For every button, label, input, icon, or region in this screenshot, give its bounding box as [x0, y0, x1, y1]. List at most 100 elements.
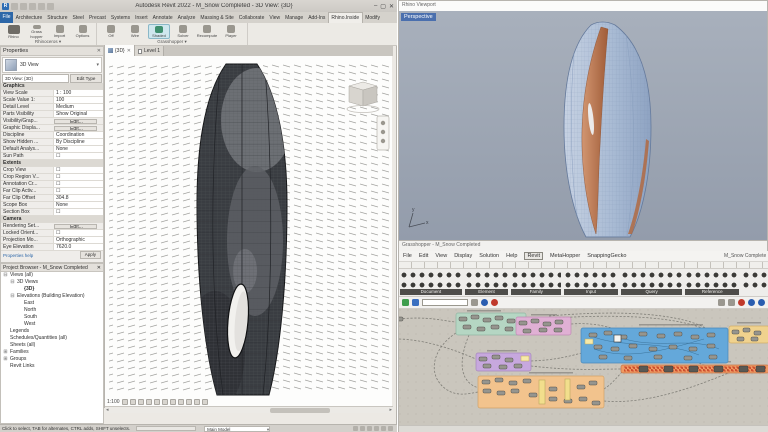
property-row[interactable]: Annotation Cr... ☐: [1, 181, 103, 188]
component-icons[interactable]: [685, 270, 740, 291]
property-row[interactable]: Parts Visibility Show Original: [1, 111, 103, 118]
close-icon[interactable]: ✕: [97, 265, 101, 271]
find-input[interactable]: [422, 299, 468, 306]
pinned-select-icon[interactable]: [374, 426, 379, 431]
scroll-left-icon[interactable]: ◂: [106, 407, 109, 414]
face-select-icon[interactable]: [381, 426, 386, 431]
menu-help[interactable]: Help: [506, 253, 517, 259]
browser-item-3d[interactable]: {3D}: [1, 286, 103, 293]
markup-pen-icon[interactable]: [491, 299, 498, 306]
selected-node[interactable]: [613, 334, 622, 343]
apply-button[interactable]: Apply: [79, 251, 101, 259]
preview-shaded-button[interactable]: Shaded: [148, 24, 170, 39]
document-selector[interactable]: M_Snow Completed: [724, 253, 766, 259]
shadows-icon[interactable]: [145, 398, 152, 405]
crop-region-icon[interactable]: [161, 398, 168, 405]
save-file-icon[interactable]: [412, 299, 419, 306]
tab-insert[interactable]: Insert: [133, 13, 151, 23]
workset-dropdown[interactable]: Main Model ▾: [204, 425, 271, 432]
menu-snappinggecko[interactable]: SnappingGecko: [587, 253, 626, 259]
property-row[interactable]: Sun Path ☐: [1, 153, 103, 160]
type-selector[interactable]: 3D View ▾: [2, 57, 102, 73]
browser-item-views[interactable]: ⊟ Views (all): [1, 272, 103, 279]
underlay-select-icon[interactable]: [367, 426, 372, 431]
component-category-tabs[interactable]: [399, 262, 768, 269]
redo-icon[interactable]: [38, 2, 45, 10]
zoom-defaults-icon[interactable]: [471, 299, 478, 306]
gh-group-purple[interactable]: [475, 352, 532, 372]
design-option-field[interactable]: [136, 426, 197, 431]
reveal-hidden-icon[interactable]: [177, 398, 184, 405]
preview-settings-icon[interactable]: [718, 299, 725, 306]
edit-type-button[interactable]: Edit Type: [70, 74, 102, 83]
browser-item-north[interactable]: North: [1, 307, 103, 314]
property-row[interactable]: Far Clip Offset 304.8: [1, 195, 103, 202]
property-row[interactable]: Scope Box None: [1, 202, 103, 209]
import-button[interactable]: Import: [49, 24, 70, 39]
browser-item-groups[interactable]: ⊞ Groups: [1, 356, 103, 363]
component-icons[interactable]: [511, 270, 562, 291]
browser-item-3d-views[interactable]: ⊟ 3D Views: [1, 279, 103, 286]
gh-group-pink[interactable]: [515, 316, 572, 336]
property-row[interactable]: Detail Level Medium: [1, 104, 103, 111]
property-row[interactable]: Default Analys... None: [1, 146, 103, 153]
print-icon[interactable]: [47, 2, 54, 10]
property-row[interactable]: Far Clip Activ... ☐: [1, 188, 103, 195]
maximize-button[interactable]: ▢: [380, 3, 386, 10]
quick-access-toolbar[interactable]: R: [2, 2, 54, 10]
tab-architecture[interactable]: Architecture: [13, 13, 45, 23]
solver-button[interactable]: Solver: [172, 24, 194, 39]
undo-icon[interactable]: [29, 2, 36, 10]
component-icons[interactable]: [742, 270, 768, 291]
preview-off-button[interactable]: Off: [100, 24, 122, 39]
menu-edit[interactable]: Edit: [419, 253, 428, 259]
property-row[interactable]: Eye Elevation 7620.0: [1, 244, 103, 251]
browser-item-elevations[interactable]: ⊟ Elevations (Building Elevation): [1, 293, 103, 300]
gh-group-blue[interactable]: [580, 327, 729, 364]
property-row[interactable]: Rendering Set... Edit...: [1, 223, 103, 230]
save-icon[interactable]: [20, 2, 27, 10]
rhino-viewport[interactable]: x y: [399, 11, 767, 240]
pin-icon[interactable]: ✕: [97, 48, 101, 54]
open-icon[interactable]: [11, 2, 18, 10]
temporary-hide-icon[interactable]: [169, 398, 176, 405]
close-icon[interactable]: ✕: [127, 48, 131, 54]
drag-select-icon[interactable]: [388, 426, 393, 431]
tab-systems[interactable]: Systems: [108, 13, 132, 23]
bake-icon[interactable]: [758, 299, 765, 306]
grasshopper-button[interactable]: Grass hopper: [26, 24, 47, 39]
view-scale[interactable]: 1:100: [107, 399, 120, 405]
component-icons[interactable]: [564, 270, 618, 291]
menu-display[interactable]: Display: [454, 253, 472, 259]
menu-file[interactable]: File: [403, 253, 412, 259]
detail-level-icon[interactable]: [121, 398, 128, 405]
sketch-tool-icon[interactable]: [481, 299, 488, 306]
viewport-title[interactable]: Perspective: [401, 13, 436, 21]
menu-metahopper[interactable]: MetaHopper: [550, 253, 580, 259]
wireframe-preview-icon[interactable]: [728, 299, 735, 306]
revit-3d-view[interactable]: [105, 56, 393, 397]
scrollbar-thumb[interactable]: [270, 408, 330, 413]
open-file-icon[interactable]: [402, 299, 409, 306]
property-row[interactable]: View Scale 1 : 100: [1, 90, 103, 97]
slider-node[interactable]: [564, 378, 571, 401]
browser-item-south[interactable]: South: [1, 314, 103, 321]
property-row[interactable]: Show Hidden ... By Discipline: [1, 139, 103, 146]
gh-group-teal[interactable]: [455, 312, 527, 336]
panel-node[interactable]: [520, 355, 530, 362]
browser-item-east[interactable]: East: [1, 300, 103, 307]
browser-item-west[interactable]: West: [1, 321, 103, 328]
close-button[interactable]: ✕: [389, 3, 394, 10]
component-icons[interactable]: [400, 270, 462, 291]
browser-item-schedules[interactable]: Schedules/Quantities (all): [1, 335, 103, 342]
tab-manage[interactable]: Manage: [283, 13, 306, 23]
disable-solver-icon[interactable]: [738, 299, 745, 306]
analytical-model-icon[interactable]: [193, 398, 200, 405]
property-row[interactable]: Projection Mo... Orthographic: [1, 237, 103, 244]
menu-view[interactable]: View: [435, 253, 447, 259]
temporary-view-icon[interactable]: [185, 398, 192, 405]
property-row[interactable]: Locked Orient... ☐: [1, 230, 103, 237]
revit-drawing-area[interactable]: {3D} ✕ Level 1 1:100 ◂ ▸: [104, 45, 393, 413]
tab-rhino-inside[interactable]: Rhino.Inside: [327, 12, 363, 23]
filter-icon[interactable]: [353, 426, 358, 431]
